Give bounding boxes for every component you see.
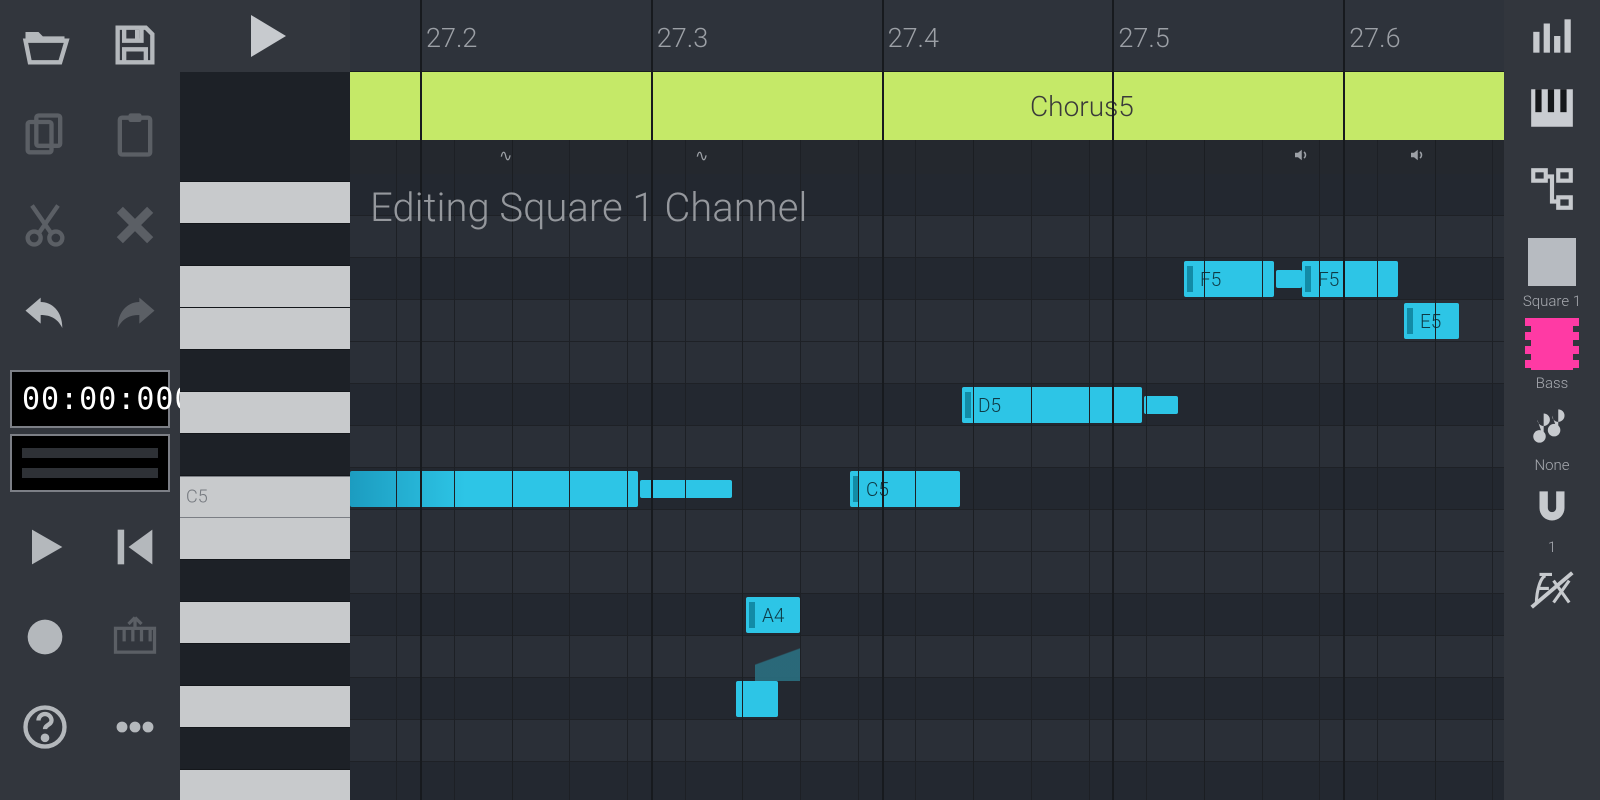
bass-chip-icon [1531,318,1573,370]
piano-view-button[interactable] [1504,72,1600,144]
channel-bass[interactable]: Bass [1504,316,1600,398]
copy-button[interactable] [0,90,90,180]
help-button[interactable] [0,682,90,772]
wave-icon: ∿ [695,146,717,168]
note-tail[interactable] [640,480,732,498]
section-marker[interactable]: Chorus5 [350,72,1504,140]
editing-label: Editing Square 1 Channel [370,184,807,231]
square-chip-icon [1528,238,1576,286]
note-tail[interactable] [1144,396,1178,414]
play-button[interactable] [180,0,350,72]
tree-button[interactable] [1504,144,1600,234]
note[interactable]: E5 [1404,303,1459,339]
speaker-icon [1292,146,1314,168]
note[interactable]: A4 [746,597,800,633]
save-button[interactable] [90,0,180,90]
rewind-button[interactable] [90,502,180,592]
more-button[interactable] [90,682,180,772]
undo-button[interactable] [0,270,90,360]
snap-button[interactable]: 1 [1504,480,1600,562]
note-tail[interactable] [1276,270,1302,288]
time-display[interactable]: 00:00:000 [10,370,170,428]
timeline-ruler[interactable]: 27.227.327.427.527.6 [350,0,1504,72]
channel-none[interactable]: None [1504,398,1600,480]
marker-track[interactable]: ∿ ∿ [350,140,1504,174]
wave-icon: ∿ [499,146,521,168]
redo-button[interactable] [90,270,180,360]
paste-button[interactable] [90,90,180,180]
channel-square1[interactable]: Square 1 [1504,234,1600,316]
piano-roll[interactable]: 27.227.327.427.527.6 Chorus5 ∿ ∿ Editing… [350,0,1504,800]
note[interactable]: F5 [1302,261,1398,297]
speaker-icon [1408,146,1430,168]
record-button[interactable] [0,592,90,682]
note[interactable]: D5 [962,387,1142,423]
play-start-button[interactable] [0,502,90,592]
piano-keys[interactable]: C5 [180,0,350,800]
delete-button[interactable] [90,180,180,270]
note[interactable] [350,471,638,507]
mixer-button[interactable] [1504,0,1600,72]
open-button[interactable] [0,0,90,90]
fx-button[interactable] [1504,562,1600,618]
note[interactable]: C5 [850,471,960,507]
cut-button[interactable] [0,180,90,270]
keyboard-button[interactable] [90,592,180,682]
level-display [10,434,170,492]
note[interactable]: F5 [1184,261,1274,297]
